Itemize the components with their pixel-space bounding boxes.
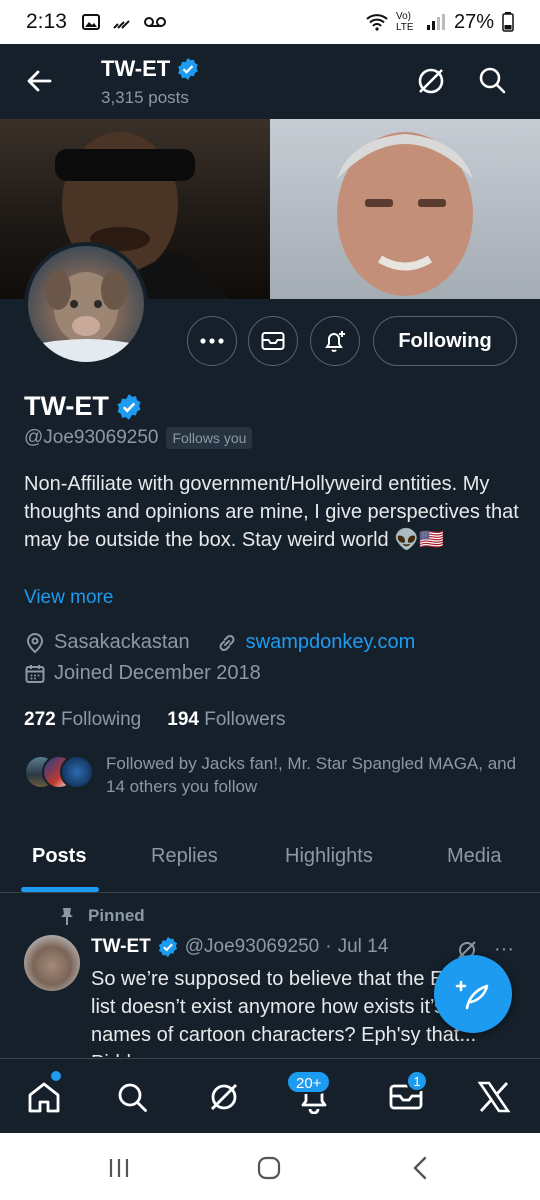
pinned-label-row: Pinned (58, 906, 145, 926)
follows-you-badge: Follows you (166, 427, 253, 449)
status-time: 2:13 (26, 10, 67, 33)
active-tab-indicator (21, 887, 99, 892)
home-icon (28, 1082, 60, 1113)
following-button[interactable]: Following (373, 316, 517, 366)
compose-button[interactable] (434, 955, 512, 1033)
followed-by-row[interactable]: Followed by Jacks fan!, Mr. Star Spangle… (24, 752, 526, 798)
voicemail-icon (143, 17, 166, 27)
system-nav-bar (0, 1133, 540, 1200)
battery-icon (502, 12, 514, 32)
post-date: Jul 14 (337, 936, 389, 957)
followers-stat[interactable]: 194 Followers (167, 709, 285, 731)
grok-icon (211, 1084, 237, 1110)
recent-apps-icon[interactable] (104, 1153, 134, 1183)
joined-text: Joined December 2018 (54, 662, 261, 684)
banner-portrait-right (337, 132, 473, 296)
status-right: Vo) LTE 27% (366, 11, 514, 34)
post-author-name[interactable]: TW-ET (91, 936, 151, 958)
lte-label: Vo) LTE (395, 11, 414, 33)
battery-percent: 27% (453, 10, 494, 33)
more-icon (200, 338, 224, 344)
following-count: 272 (24, 709, 56, 730)
notify-button[interactable] (310, 316, 360, 366)
status-bar: 2:13 Vo) LTE 27% (0, 0, 540, 44)
notifications-badge: 20+ (286, 1070, 332, 1094)
mutual-avatars (24, 755, 96, 789)
search-icon (118, 1083, 147, 1112)
mail-icon (261, 332, 285, 350)
home-button-icon[interactable] (254, 1153, 284, 1183)
nav-search[interactable] (112, 1077, 152, 1117)
follow-stats: 272 Following 194 Followers (24, 709, 286, 731)
post-author-avatar[interactable] (24, 935, 80, 991)
bottom-nav: 20+ 1 (0, 1058, 540, 1133)
wifi-calling-icon (113, 20, 130, 29)
status-left-icons (81, 12, 167, 32)
header-name: TW-ET (101, 56, 171, 81)
nav-x-premium[interactable] (474, 1077, 514, 1117)
link-icon (219, 634, 235, 651)
avatar-puppy-image (28, 270, 144, 362)
profile-avatar[interactable] (24, 242, 148, 366)
more-options-button[interactable] (187, 316, 237, 366)
search-icon[interactable] (476, 64, 508, 96)
website-item[interactable]: swampdonkey.com (216, 631, 416, 654)
profile-tabs: Posts Replies Highlights Media (0, 833, 540, 893)
back-nav-icon[interactable] (406, 1153, 436, 1183)
location-item: Sasakackastan (24, 631, 190, 654)
tab-media[interactable]: Media (447, 845, 501, 868)
verified-badge-icon (158, 936, 177, 958)
verified-badge-icon (178, 58, 199, 80)
bell-plus-icon (325, 331, 345, 352)
post-author-handle: @Joe93069250 (184, 936, 320, 957)
profile-top-bar: TW-ET 3,315 posts (0, 44, 540, 119)
post-separator: · (325, 936, 332, 957)
gallery-icon (81, 14, 100, 30)
wifi-icon (366, 14, 388, 31)
post-header: TW-ET @Joe93069250 · Jul 14 (91, 936, 388, 958)
location-icon (26, 632, 44, 653)
pinned-label: Pinned (88, 906, 145, 925)
view-more-link[interactable]: View more (24, 587, 113, 609)
profile-name-row: TW-ET (24, 391, 143, 422)
followers-label: Followers (204, 709, 286, 730)
profile-name: TW-ET (24, 391, 109, 421)
tab-posts[interactable]: Posts (32, 845, 86, 868)
messages-badge: 1 (406, 1070, 428, 1092)
tab-replies[interactable]: Replies (151, 845, 218, 868)
x-logo-icon (477, 1081, 511, 1113)
post-more-icon[interactable]: ··· (494, 938, 516, 960)
website-link[interactable]: swampdonkey.com (246, 631, 416, 654)
profile-handle: @Joe93069250 (24, 427, 159, 448)
followed-by-text: Followed by Jacks fan!, Mr. Star Spangle… (106, 754, 517, 796)
profile-meta-joined: Joined December 2018 (24, 662, 261, 685)
location-text: Sasakackastan (54, 631, 190, 653)
handle-row: @Joe93069250 Follows you (24, 427, 253, 449)
compose-icon (455, 980, 489, 1010)
home-new-dot (51, 1071, 61, 1081)
calendar-icon (25, 664, 45, 683)
following-label: Following (60, 709, 142, 730)
profile-meta-location-website: Sasakackastan swampdonkey.com (24, 631, 415, 654)
mutual-avatar-3 (60, 755, 94, 789)
message-button[interactable] (248, 316, 298, 366)
tab-highlights[interactable]: Highlights (285, 845, 373, 868)
signal-icon (426, 14, 445, 30)
nav-grok[interactable] (204, 1077, 244, 1117)
post-count: 3,315 posts (101, 88, 189, 107)
verified-badge-icon[interactable] (115, 393, 143, 421)
header-title: TW-ET (101, 56, 200, 82)
pin-icon (61, 908, 73, 925)
profile-bio: Non-Affiliate with government/Hollyweird… (24, 473, 519, 551)
followers-count: 194 (167, 709, 199, 730)
grok-icon[interactable] (414, 64, 448, 98)
back-arrow-icon[interactable] (22, 64, 56, 98)
banner-image-right (270, 119, 540, 299)
nav-home[interactable] (24, 1077, 64, 1117)
following-stat[interactable]: 272 Following (24, 709, 141, 731)
